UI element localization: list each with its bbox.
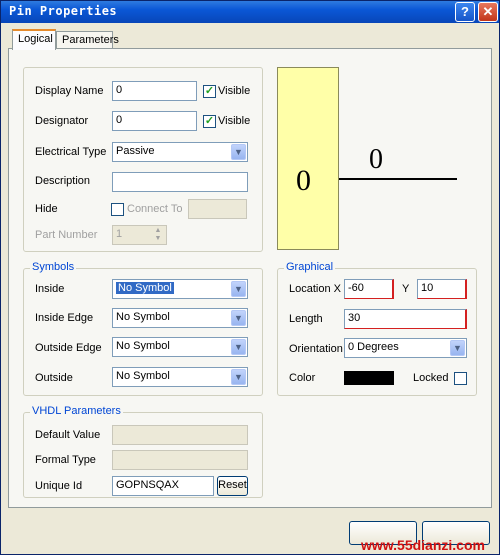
watermark-text: www.55dianzi.com: [361, 537, 485, 553]
chevron-down-icon[interactable]: ▼: [231, 144, 246, 160]
inside-edge-select[interactable]: No Symbol ▼: [112, 308, 248, 328]
close-icon[interactable]: ✕: [478, 2, 498, 22]
window-title: Pin Properties: [9, 4, 118, 18]
outside-label: Outside: [35, 372, 73, 384]
chevron-down-icon[interactable]: ▼: [231, 339, 246, 355]
inside-label: Inside: [35, 283, 65, 295]
electrical-type-value: Passive: [116, 145, 155, 157]
description-label: Description: [35, 175, 91, 187]
tab-logical[interactable]: Logical: [12, 29, 56, 50]
locked-label: Locked: [413, 372, 449, 384]
preview-pin-name: 0: [369, 144, 383, 175]
designator-visible-label: Visible: [218, 115, 251, 127]
preview-pin-number: 0: [296, 164, 311, 197]
chevron-down-icon[interactable]: ▼: [231, 369, 246, 385]
inside-edge-value: No Symbol: [116, 311, 170, 323]
default-value-field[interactable]: [112, 425, 248, 445]
location-x-field[interactable]: -60: [344, 279, 394, 299]
color-swatch[interactable]: [344, 371, 394, 385]
connect-to-field[interactable]: [188, 199, 247, 219]
connect-to-label: Connect To: [127, 203, 183, 215]
hide-label: Hide: [35, 203, 58, 215]
length-label: Length: [289, 313, 323, 325]
formal-type-label: Formal Type: [35, 454, 96, 466]
inside-edge-label: Inside Edge: [35, 312, 94, 324]
symbols-group-title: Symbols: [30, 261, 77, 273]
inside-select[interactable]: No Symbol ▼: [112, 279, 248, 299]
display-name-visible-checkbox[interactable]: ✓: [203, 85, 216, 98]
part-number-stepper[interactable]: 1 ▲ ▼: [112, 225, 167, 245]
outside-edge-select[interactable]: No Symbol ▼: [112, 337, 248, 357]
pin-preview-body: 0: [277, 67, 339, 250]
part-number-value: 1: [116, 228, 123, 240]
part-number-label: Part Number: [35, 229, 98, 241]
display-name-label: Display Name: [35, 85, 104, 97]
designator-field[interactable]: 0: [112, 111, 197, 131]
inside-value: No Symbol: [116, 282, 174, 294]
electrical-type-select[interactable]: Passive ▼: [112, 142, 248, 162]
default-value-label: Default Value: [35, 429, 101, 441]
designator-label: Designator: [35, 115, 89, 127]
unique-id-field[interactable]: GOPNSQAX: [112, 476, 214, 496]
reset-button[interactable]: Reset: [217, 476, 248, 496]
orientation-label: Orientation: [289, 343, 343, 355]
locked-checkbox[interactable]: [454, 372, 467, 385]
description-field[interactable]: [112, 172, 248, 192]
location-x-label: Location X: [289, 283, 341, 295]
chevron-down-icon[interactable]: ▼: [231, 310, 246, 326]
location-y-field[interactable]: 10: [417, 279, 467, 299]
vhdl-group-title: VHDL Parameters: [30, 405, 123, 417]
unique-id-label: Unique Id: [35, 480, 83, 492]
hide-checkbox[interactable]: [111, 203, 124, 216]
orientation-value: 0 Degrees: [348, 341, 399, 353]
electrical-type-label: Electrical Type: [35, 146, 107, 158]
outside-value: No Symbol: [116, 370, 170, 382]
color-label: Color: [289, 372, 316, 384]
help-button[interactable]: ?: [455, 2, 475, 22]
graphical-group-title: Graphical: [284, 261, 336, 273]
spinner-arrows-icon[interactable]: ▲ ▼: [151, 227, 165, 243]
preview-pin-line: [339, 178, 457, 180]
chevron-down-icon[interactable]: ▼: [231, 281, 246, 297]
designator-visible-checkbox[interactable]: ✓: [203, 115, 216, 128]
display-name-field[interactable]: 0: [112, 81, 197, 101]
pin-properties-dialog: Pin Properties ? ✕ Logical Parameters Di…: [0, 0, 500, 555]
outside-edge-value: No Symbol: [116, 340, 170, 352]
location-y-label: Y: [402, 283, 410, 295]
display-name-visible-label: Visible: [218, 85, 251, 97]
orientation-select[interactable]: 0 Degrees ▼: [344, 338, 467, 358]
outside-select[interactable]: No Symbol ▼: [112, 367, 248, 387]
chevron-down-icon[interactable]: ▼: [450, 340, 465, 356]
formal-type-field[interactable]: [112, 450, 248, 470]
outside-edge-label: Outside Edge: [35, 342, 102, 354]
title-bar: Pin Properties: [1, 1, 499, 23]
length-field[interactable]: 30: [344, 309, 467, 329]
